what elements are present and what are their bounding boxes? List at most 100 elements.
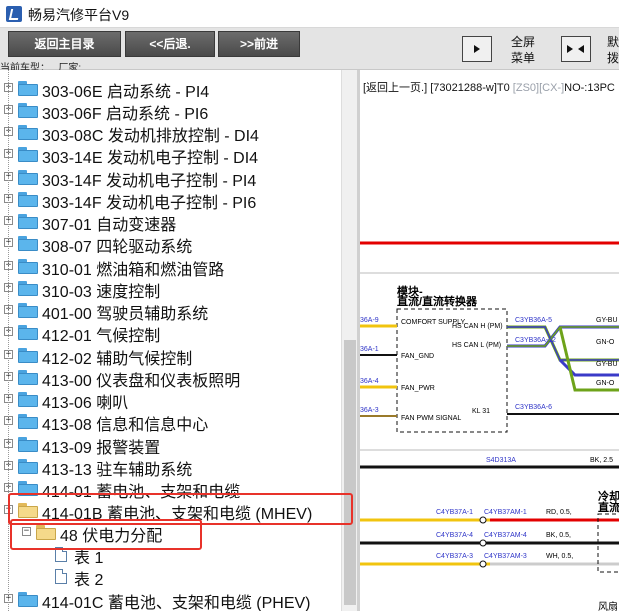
tree-item-label: 表 2	[74, 572, 104, 589]
folder-icon	[18, 214, 38, 229]
tree-item-401-00[interactable]: +401-00 驾驶员辅助系统	[0, 299, 341, 323]
module-title-2: 直流/直流转换器	[397, 294, 478, 308]
lower-to-2: C4YB37AM-4	[484, 532, 527, 539]
diagram-id: [73021288-w]T0	[430, 82, 510, 94]
toolbar: 返回主目录 <<后退. >>前进 当前车型： 厂家: 全屏 菜单 默 拨	[0, 28, 619, 74]
wire-color-1: GY-BU	[596, 317, 618, 324]
folder-icon	[18, 592, 38, 607]
bottom-note: 风扇	[598, 600, 618, 611]
tree-item-413-09[interactable]: +413-09 报警装置	[0, 433, 341, 457]
fullscreen-menu-button[interactable]	[462, 36, 492, 62]
tree-item-310-03[interactable]: +310-03 速度控制	[0, 277, 341, 301]
pin-fan-gnd: FAN_GND	[401, 353, 434, 360]
tree-item-303-14f-pi6[interactable]: +303-14F 发动机电子控制 - PI6	[0, 188, 341, 212]
folder-icon	[18, 103, 38, 118]
folder-icon	[18, 81, 38, 96]
folder-icon	[18, 437, 38, 452]
pin-hs-can-h: HS CAN H (PM)	[452, 323, 503, 330]
tree-item-table-2[interactable]: 表 2	[0, 565, 341, 589]
folder-icon	[18, 125, 38, 140]
lower-spec-1: RD, 0.5,	[546, 509, 572, 516]
folder-icon	[18, 170, 38, 185]
right-wire-label-1: C3YB36A-5	[515, 317, 552, 324]
arrow-left-icon	[578, 45, 584, 53]
tree-item-412-01[interactable]: +412-01 气候控制	[0, 321, 341, 345]
tree-item-310-01[interactable]: +310-01 燃油箱和燃油管路	[0, 255, 341, 279]
right-wire-label-3: C3YB36A-6	[515, 404, 552, 411]
fullscreen-menu-label: 全屏 菜单	[510, 35, 535, 65]
tree-item-414-01c[interactable]: +414-01C 蓄电池、支架和电缆 (PHEV)	[0, 588, 341, 611]
tree-item-412-02[interactable]: +412-02 辅助气候控制	[0, 344, 341, 368]
tree-item-label: 414-01C 蓄电池、支架和电缆 (PHEV)	[42, 595, 311, 611]
folder-icon	[18, 236, 38, 251]
tree-item-label: 303-14E 发动机电子控制 - DI4	[42, 150, 259, 167]
tree-scrollbar[interactable]	[341, 70, 357, 611]
left-wire-label-4: 36A-3	[360, 407, 379, 414]
wiring-diagram: [返回上一页.] [73021288-w]T0 [ZS0][CX-]NO-:13…	[360, 70, 619, 611]
folder-icon	[18, 281, 38, 296]
split-view-button[interactable]	[561, 36, 591, 62]
tree-item-303-06e[interactable]: +303-06E 启动系统 - PI4	[0, 77, 341, 101]
pin-hs-can-l: HS CAN L (PM)	[452, 342, 501, 349]
tree-item-413-00[interactable]: +413-00 仪表盘和仪表板照明	[0, 366, 341, 390]
right-wire-label-2: C3YB36A-12	[515, 337, 556, 344]
app-icon	[6, 6, 22, 22]
folder-icon	[18, 392, 38, 407]
folder-icon	[18, 370, 38, 385]
wire-color-2: GN-O	[596, 339, 615, 346]
lower-spec-3: WH, 0.5,	[546, 553, 573, 560]
tree-item-413-08[interactable]: +413-08 信息和信息中心	[0, 410, 341, 434]
pin-fan-pwr: FAN_PWR	[401, 385, 435, 392]
arrow-right-icon	[567, 45, 573, 53]
folder-icon	[18, 348, 38, 363]
tree-item-303-14e[interactable]: +303-14E 发动机电子控制 - DI4	[0, 143, 341, 167]
tree-item-413-06[interactable]: +413-06 喇叭	[0, 388, 341, 412]
split-view-label: 默 拨	[606, 35, 619, 65]
folder-icon	[18, 325, 38, 340]
pin-kl31: KL 31	[472, 408, 490, 415]
ground-spec-label: BK, 2.5	[590, 457, 613, 464]
highlight-box-48v	[10, 519, 202, 550]
connector-pin-1	[479, 516, 487, 524]
tree-item-303-08c[interactable]: +303-08C 发动机排放控制 - DI4	[0, 121, 341, 145]
back-button[interactable]: <<后退.	[125, 31, 215, 57]
folder-icon	[18, 459, 38, 474]
tree-item-label: 413-08 信息和信息中心	[42, 417, 209, 434]
lower-from-2: C4YB37A-4	[436, 532, 473, 539]
left-wire-label-2: 36A-1	[360, 346, 379, 353]
right-title-1: 冷却	[598, 489, 619, 503]
document-icon	[55, 569, 67, 584]
ground-splice-label: S4D313A	[486, 457, 516, 464]
scrollbar-thumb[interactable]	[344, 340, 356, 605]
tree-item-413-13[interactable]: +413-13 驻车辅助系统	[0, 455, 341, 479]
folder-icon	[18, 192, 38, 207]
tree-item-303-06f[interactable]: +303-06F 启动系统 - PI6	[0, 99, 341, 123]
folder-icon	[18, 414, 38, 429]
lower-to-1: C4YB37AM-1	[484, 509, 527, 516]
home-button[interactable]: 返回主目录	[8, 31, 121, 57]
left-wire-label-3: 36A-4	[360, 378, 379, 385]
diagram-no: NO-:13PC	[564, 82, 615, 94]
tree-item-308-07[interactable]: +308-07 四轮驱动系统	[0, 232, 341, 256]
lower-from-1: C4YB37A-1	[436, 509, 473, 516]
title-bar: 畅易汽修平台V9	[0, 0, 619, 28]
tree-guide-line	[8, 70, 9, 611]
lower-to-3: C4YB37AM-3	[484, 553, 527, 560]
wire-color-4: GN-O	[596, 380, 615, 387]
tree-item-307-01[interactable]: +307-01 自动变速器	[0, 210, 341, 234]
lower-spec-2: BK, 0.5,	[546, 532, 571, 539]
connector-pin-3	[479, 560, 487, 568]
tree-item-303-14f-pi4[interactable]: +303-14F 发动机电子控制 - PI4	[0, 166, 341, 190]
wire-color-3: GY-BU	[596, 361, 618, 368]
pin-fan-pwm: FAN PWM SIGNAL	[401, 415, 461, 422]
diagram-nav: [返回上一页.] [73021288-w]T0 [ZS0][CX-]NO-:13…	[363, 79, 615, 95]
tree-item-label: 308-07 四轮驱动系统	[42, 239, 193, 256]
back-page-link[interactable]: [返回上一页.]	[363, 82, 427, 94]
folder-icon	[18, 259, 38, 274]
diagram-zs: [ZS0][CX-]	[512, 82, 565, 94]
folder-icon	[18, 147, 38, 162]
lower-from-3: C4YB37A-3	[436, 553, 473, 560]
arrow-right-icon	[474, 45, 480, 53]
forward-button[interactable]: >>前进	[218, 31, 300, 57]
wiring-svg: 模块- 直流/直流转换器 COMFORT SUPPLY HS CAN H (PM…	[360, 241, 619, 611]
